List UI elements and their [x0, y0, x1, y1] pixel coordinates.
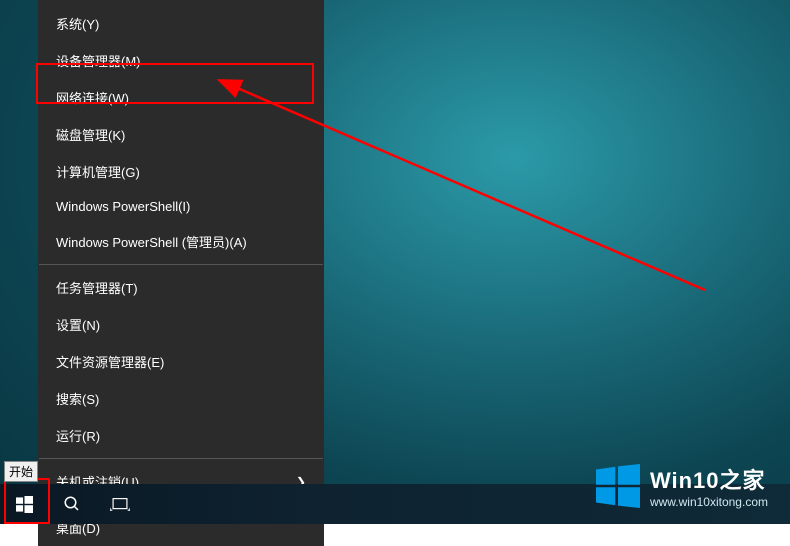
watermark-title: Win10之家 — [650, 463, 768, 495]
menu-label: 网络连接(W) — [56, 88, 129, 107]
menu-label: 搜索(S) — [56, 389, 99, 408]
menu-label: 计算机管理(G) — [56, 162, 140, 181]
watermark-url: www.win10xitong.com — [650, 495, 768, 509]
start-button[interactable] — [0, 484, 48, 524]
menu-item-powershell-admin[interactable]: Windows PowerShell (管理员)(A) — [38, 223, 324, 260]
menu-item-settings[interactable]: 设置(N) — [38, 306, 324, 343]
menu-separator — [39, 458, 323, 459]
menu-item-computer-management[interactable]: 计算机管理(G) — [38, 153, 324, 190]
task-view-button[interactable] — [96, 484, 144, 524]
menu-label: Windows PowerShell(I) — [56, 199, 190, 214]
watermark: Win10之家 www.win10xitong.com — [596, 463, 768, 509]
menu-label: 文件资源管理器(E) — [56, 352, 164, 371]
menu-label: Windows PowerShell (管理员)(A) — [56, 232, 247, 251]
menu-item-disk-management[interactable]: 磁盘管理(K) — [38, 116, 324, 153]
menu-label: 设置(N) — [56, 315, 100, 334]
menu-item-device-manager[interactable]: 设备管理器(M) — [38, 42, 324, 79]
menu-label: 磁盘管理(K) — [56, 125, 125, 144]
menu-item-task-manager[interactable]: 任务管理器(T) — [38, 269, 324, 306]
tooltip-label: 开始 — [9, 465, 33, 479]
search-icon — [63, 495, 81, 513]
windows-logo-icon — [16, 496, 33, 513]
menu-item-powershell[interactable]: Windows PowerShell(I) — [38, 190, 324, 223]
menu-item-file-explorer[interactable]: 文件资源管理器(E) — [38, 343, 324, 380]
menu-item-run[interactable]: 运行(R) — [38, 417, 324, 454]
menu-item-system[interactable]: 系统(Y) — [38, 2, 324, 42]
menu-label: 系统(Y) — [56, 14, 99, 33]
task-view-icon — [110, 496, 130, 512]
winx-power-menu: 系统(Y) 设备管理器(M) 网络连接(W) 磁盘管理(K) 计算机管理(G) … — [38, 0, 324, 546]
start-tooltip: 开始 — [4, 461, 38, 482]
menu-label: 任务管理器(T) — [56, 278, 138, 297]
desktop-background: 系统(Y) 设备管理器(M) 网络连接(W) 磁盘管理(K) 计算机管理(G) … — [0, 0, 790, 524]
menu-label: 运行(R) — [56, 426, 100, 445]
menu-item-network-connections[interactable]: 网络连接(W) — [38, 79, 324, 116]
menu-separator — [39, 264, 323, 265]
menu-label: 设备管理器(M) — [56, 51, 141, 70]
windows-logo-icon — [596, 464, 640, 508]
search-button[interactable] — [48, 484, 96, 524]
menu-item-search[interactable]: 搜索(S) — [38, 380, 324, 417]
